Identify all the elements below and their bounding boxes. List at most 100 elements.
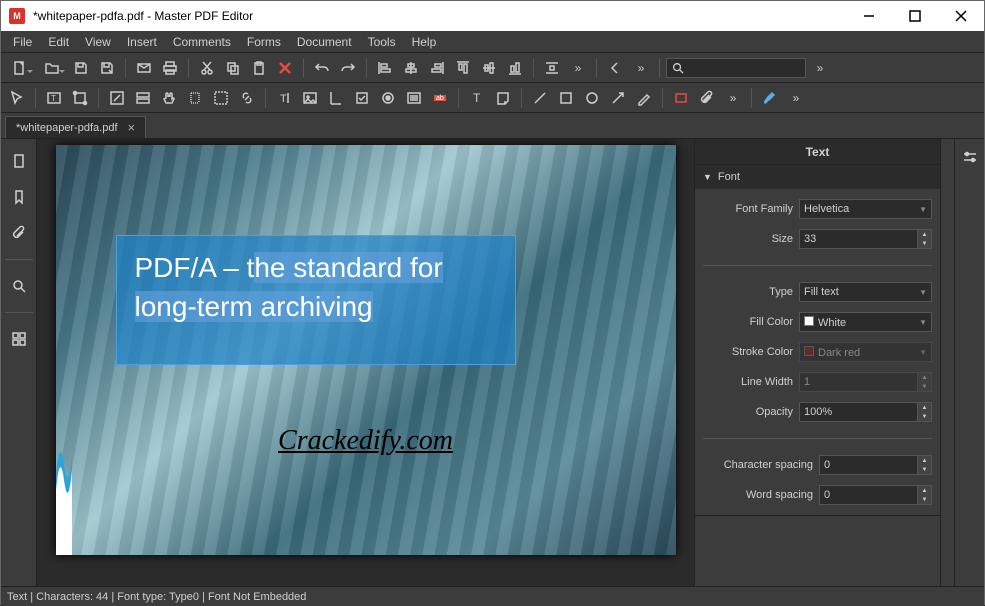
arrow-tool-icon[interactable] <box>606 86 630 110</box>
menu-file[interactable]: File <box>5 33 40 51</box>
edit-object-icon[interactable] <box>68 86 92 110</box>
cut-icon[interactable] <box>195 56 219 80</box>
snapshot-icon[interactable] <box>209 86 233 110</box>
rectangle-tool-icon[interactable] <box>554 86 578 110</box>
save-as-icon[interactable] <box>95 56 119 80</box>
align-middle-icon[interactable] <box>477 56 501 80</box>
menu-view[interactable]: View <box>77 33 119 51</box>
prev-page-icon[interactable] <box>603 56 627 80</box>
align-left-icon[interactable] <box>373 56 397 80</box>
area-highlight-icon[interactable] <box>669 86 693 110</box>
spin-down-icon[interactable]: ▼ <box>917 239 931 248</box>
document-tab[interactable]: *whitepaper-pdfa.pdf × <box>5 116 146 138</box>
overflow-tools-icon[interactable]: » <box>721 86 745 110</box>
selected-text-object[interactable]: PDF/A – the standard for long-term archi… <box>116 235 516 365</box>
hand-icon[interactable] <box>157 86 181 110</box>
paste-icon[interactable] <box>247 56 271 80</box>
pages-panel-icon[interactable] <box>5 147 33 175</box>
list-field-icon[interactable] <box>402 86 426 110</box>
spin-down-icon[interactable]: ▼ <box>917 465 931 474</box>
char-spacing-input[interactable]: 0 ▲▼ <box>819 455 932 475</box>
print-icon[interactable] <box>158 56 182 80</box>
maximize-button[interactable] <box>892 1 938 31</box>
opacity-value: 100% <box>804 406 832 418</box>
text-tool-icon[interactable]: T <box>465 86 489 110</box>
attachments-panel-icon[interactable] <box>5 219 33 247</box>
align-right-icon[interactable] <box>425 56 449 80</box>
checkbox-field-icon[interactable] <box>350 86 374 110</box>
fill-color-select[interactable]: White ▼ <box>799 312 932 332</box>
minimize-button[interactable] <box>846 1 892 31</box>
distribute-icon[interactable] <box>540 56 564 80</box>
menu-forms[interactable]: Forms <box>239 33 289 51</box>
svg-text:T: T <box>51 94 56 103</box>
insert-image-icon[interactable] <box>298 86 322 110</box>
align-center-h-icon[interactable] <box>399 56 423 80</box>
align-top-icon[interactable] <box>451 56 475 80</box>
font-section-header[interactable]: ▼ Font <box>695 165 940 189</box>
new-document-icon[interactable] <box>5 56 35 80</box>
fill-color-label: Fill Color <box>703 316 793 328</box>
search-box[interactable] <box>666 58 806 78</box>
dropdown-arrow-icon: ▼ <box>919 348 927 357</box>
menu-comments[interactable]: Comments <box>165 33 239 51</box>
overflow-search-icon[interactable]: » <box>808 56 832 80</box>
radio-field-icon[interactable] <box>376 86 400 110</box>
brush-icon[interactable] <box>758 86 782 110</box>
tab-close-icon[interactable]: × <box>128 120 136 135</box>
spin-down-icon[interactable]: ▼ <box>917 412 931 421</box>
panel-scrollbar[interactable] <box>940 139 954 586</box>
edit-text-icon[interactable]: T <box>42 86 66 110</box>
select-text-icon[interactable] <box>183 86 207 110</box>
type-select[interactable]: Fill text ▼ <box>799 282 932 302</box>
attachment-icon[interactable] <box>695 86 719 110</box>
delete-icon[interactable] <box>273 56 297 80</box>
toolbar-main: » » » <box>1 53 984 83</box>
word-spacing-input[interactable]: 0 ▲▼ <box>819 485 932 505</box>
thumbnails-panel-icon[interactable] <box>5 325 33 353</box>
pdf-page[interactable]: PDF/A – the standard for long-term archi… <box>56 145 676 555</box>
size-input[interactable]: 33 ▲▼ <box>799 229 932 249</box>
pencil-tool-icon[interactable] <box>632 86 656 110</box>
ellipse-tool-icon[interactable] <box>580 86 604 110</box>
select-arrow-icon[interactable] <box>5 86 29 110</box>
menu-document[interactable]: Document <box>289 33 360 51</box>
spin-down-icon[interactable]: ▼ <box>917 495 931 504</box>
svg-text:T: T <box>473 91 481 105</box>
opacity-input[interactable]: 100% ▲▼ <box>799 402 932 422</box>
vertical-text-icon[interactable] <box>324 86 348 110</box>
line-tool-icon[interactable] <box>528 86 552 110</box>
panel-settings-icon[interactable] <box>958 145 982 169</box>
open-folder-icon[interactable] <box>37 56 67 80</box>
bookmarks-panel-icon[interactable] <box>5 183 33 211</box>
highlight-icon[interactable]: ab <box>428 86 452 110</box>
overflow-icon[interactable]: » <box>566 56 590 80</box>
save-icon[interactable] <box>69 56 93 80</box>
search-panel-icon[interactable] <box>5 272 33 300</box>
insert-text-icon[interactable]: T <box>272 86 296 110</box>
menu-help[interactable]: Help <box>404 33 445 51</box>
watermark-text: Crackedify.com <box>278 425 453 457</box>
document-canvas[interactable]: PDF/A – the standard for long-term archi… <box>37 139 694 586</box>
undo-icon[interactable] <box>310 56 334 80</box>
form-fields-icon[interactable] <box>131 86 155 110</box>
spin-up-icon[interactable]: ▲ <box>917 456 931 465</box>
spin-up-icon[interactable]: ▲ <box>917 486 931 495</box>
sticky-note-icon[interactable] <box>491 86 515 110</box>
close-button[interactable] <box>938 1 984 31</box>
spin-up-icon[interactable]: ▲ <box>917 403 931 412</box>
search-input[interactable] <box>689 62 801 74</box>
spin-up-icon[interactable]: ▲ <box>917 230 931 239</box>
align-bottom-icon[interactable] <box>503 56 527 80</box>
edit-form-icon[interactable] <box>105 86 129 110</box>
copy-icon[interactable] <box>221 56 245 80</box>
link-icon[interactable] <box>235 86 259 110</box>
menu-edit[interactable]: Edit <box>40 33 77 51</box>
overflow-nav-icon[interactable]: » <box>629 56 653 80</box>
font-family-select[interactable]: Helvetica ▼ <box>799 199 932 219</box>
overflow-brush-icon[interactable]: » <box>784 86 808 110</box>
menu-insert[interactable]: Insert <box>119 33 165 51</box>
redo-icon[interactable] <box>336 56 360 80</box>
menu-tools[interactable]: Tools <box>360 33 404 51</box>
email-icon[interactable] <box>132 56 156 80</box>
